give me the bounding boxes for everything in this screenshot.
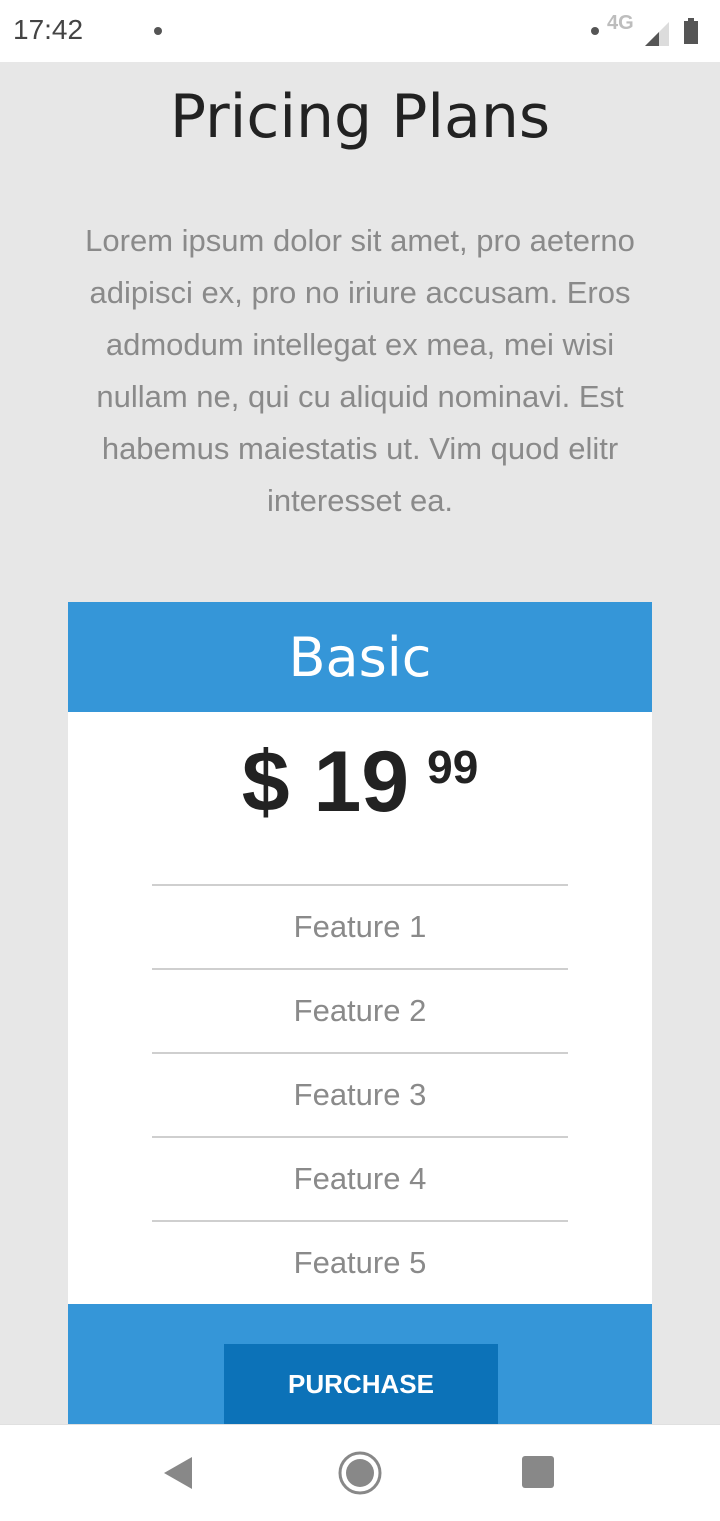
- intro-text: Lorem ipsum dolor sit amet, pro aeterno …: [85, 223, 635, 518]
- network-type: 4G: [607, 12, 634, 34]
- price-cents: 99: [427, 741, 479, 793]
- status-bar: 17:42 4G: [0, 0, 720, 62]
- feature-list: Feature 1 Feature 2 Feature 3 Feature 4 …: [152, 884, 568, 1304]
- feature-item: Feature 5: [152, 1220, 568, 1304]
- page-title: Pricing Plans: [169, 82, 551, 152]
- recents-icon[interactable]: [522, 1456, 554, 1488]
- feature-item: Feature 1: [152, 884, 568, 968]
- feature-item: Feature 2: [152, 968, 568, 1052]
- purchase-button[interactable]: PURCHASE: [224, 1344, 498, 1424]
- status-dot-icon: [591, 27, 599, 35]
- status-time: 17:42: [13, 14, 84, 45]
- home-icon[interactable]: [337, 1450, 383, 1496]
- plan-price: $ 19 99: [68, 734, 652, 830]
- plan-name: Basic: [288, 626, 432, 689]
- battery-icon: [684, 18, 698, 44]
- feature-item: Feature 4: [152, 1136, 568, 1220]
- card-footer: PURCHASE: [68, 1304, 652, 1424]
- pricing-card: Basic $ 19 99 Feature 1 Feature 2 Feature…: [68, 602, 652, 1424]
- card-header: Basic: [68, 602, 652, 712]
- notification-dot-icon: [154, 27, 162, 35]
- signal-icon: [645, 22, 669, 46]
- feature-item: Feature 3: [152, 1052, 568, 1136]
- navigation-bar: [0, 1424, 720, 1521]
- price-main: $ 19: [241, 734, 410, 830]
- back-icon[interactable]: [160, 1453, 196, 1493]
